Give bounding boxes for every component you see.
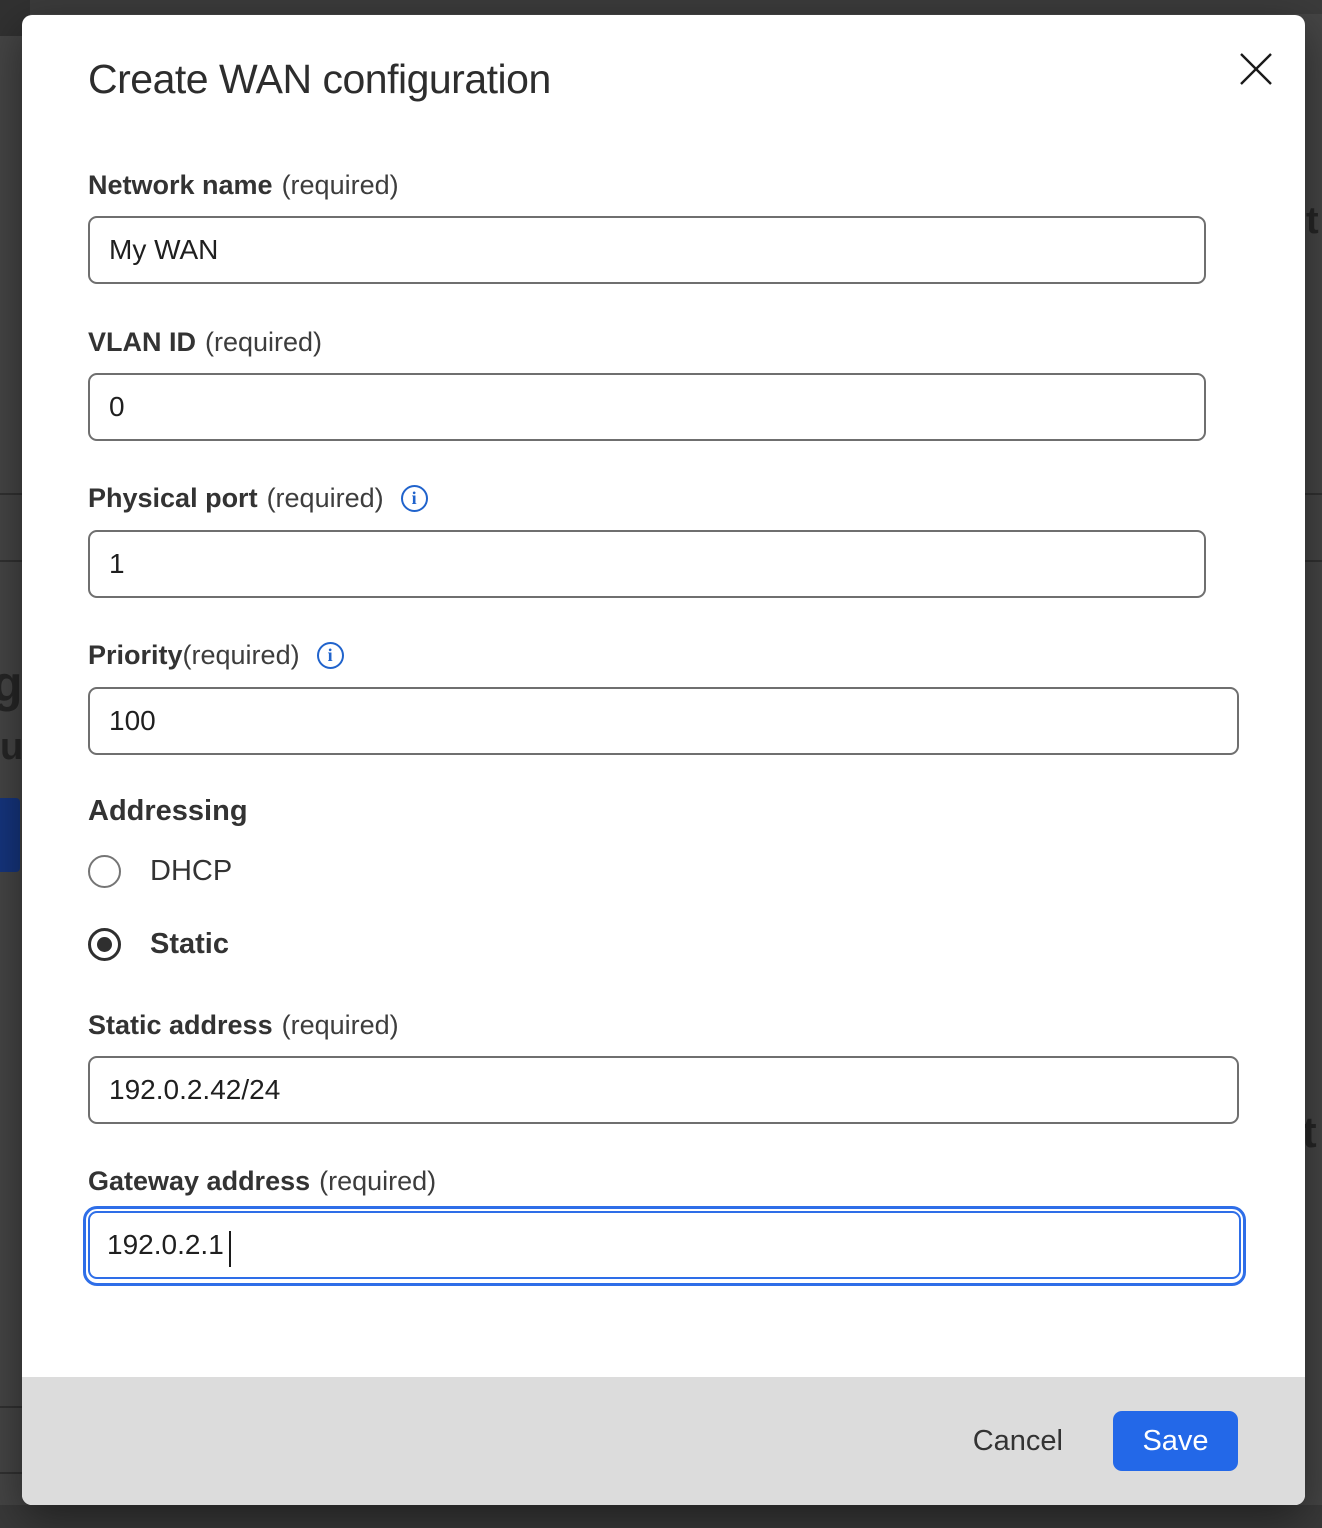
radio-static-label: Static xyxy=(150,928,229,961)
radio-circle-checked-icon[interactable] xyxy=(88,928,121,961)
vlan-id-label: VLAN ID (required) xyxy=(88,325,322,359)
dialog-title: Create WAN configuration xyxy=(88,56,551,103)
background-text-fragment: g xyxy=(0,655,23,713)
network-name-input[interactable] xyxy=(88,216,1206,284)
vlan-id-input[interactable] xyxy=(88,373,1206,441)
info-icon[interactable]: i xyxy=(317,642,344,669)
addressing-heading: Addressing xyxy=(88,795,248,828)
radio-dhcp[interactable]: DHCP xyxy=(88,853,232,889)
radio-circle-icon[interactable] xyxy=(88,855,121,888)
dialog-footer: Cancel Save xyxy=(22,1377,1305,1505)
background-table-line xyxy=(0,1406,22,1408)
close-icon[interactable] xyxy=(1230,43,1282,95)
background-blue-button-fragment xyxy=(0,798,20,872)
save-button[interactable]: Save xyxy=(1113,1411,1238,1471)
background-text-fragment: u xyxy=(0,726,23,769)
radio-dhcp-label: DHCP xyxy=(150,855,232,888)
priority-label: Priority (required) i xyxy=(88,638,344,672)
background-table-line xyxy=(1305,493,1322,495)
gateway-address-label: Gateway address (required) xyxy=(88,1164,436,1198)
physical-port-label: Physical port (required) i xyxy=(88,481,428,515)
priority-input[interactable] xyxy=(88,687,1239,755)
network-name-label: Network name (required) xyxy=(88,168,399,202)
cancel-button[interactable]: Cancel xyxy=(973,1425,1063,1458)
text-cursor xyxy=(229,1231,231,1267)
gateway-address-focus-ring xyxy=(83,1206,1246,1286)
background-table-line xyxy=(1305,560,1322,562)
physical-port-input[interactable] xyxy=(88,530,1206,598)
background-top-band xyxy=(0,0,1322,14)
static-address-label: Static address (required) xyxy=(88,1008,399,1042)
radio-static[interactable]: Static xyxy=(88,926,229,962)
create-wan-configuration-dialog: Create WAN configuration Network name (r… xyxy=(22,15,1305,1505)
gateway-address-input[interactable] xyxy=(88,1211,1241,1279)
background-bottom-band xyxy=(0,1505,1322,1528)
info-icon[interactable]: i xyxy=(401,485,428,512)
background-table-line xyxy=(0,1472,22,1474)
static-address-input[interactable] xyxy=(88,1056,1239,1124)
radio-dot xyxy=(97,937,112,952)
background-text-fragment: t xyxy=(1306,200,1319,243)
